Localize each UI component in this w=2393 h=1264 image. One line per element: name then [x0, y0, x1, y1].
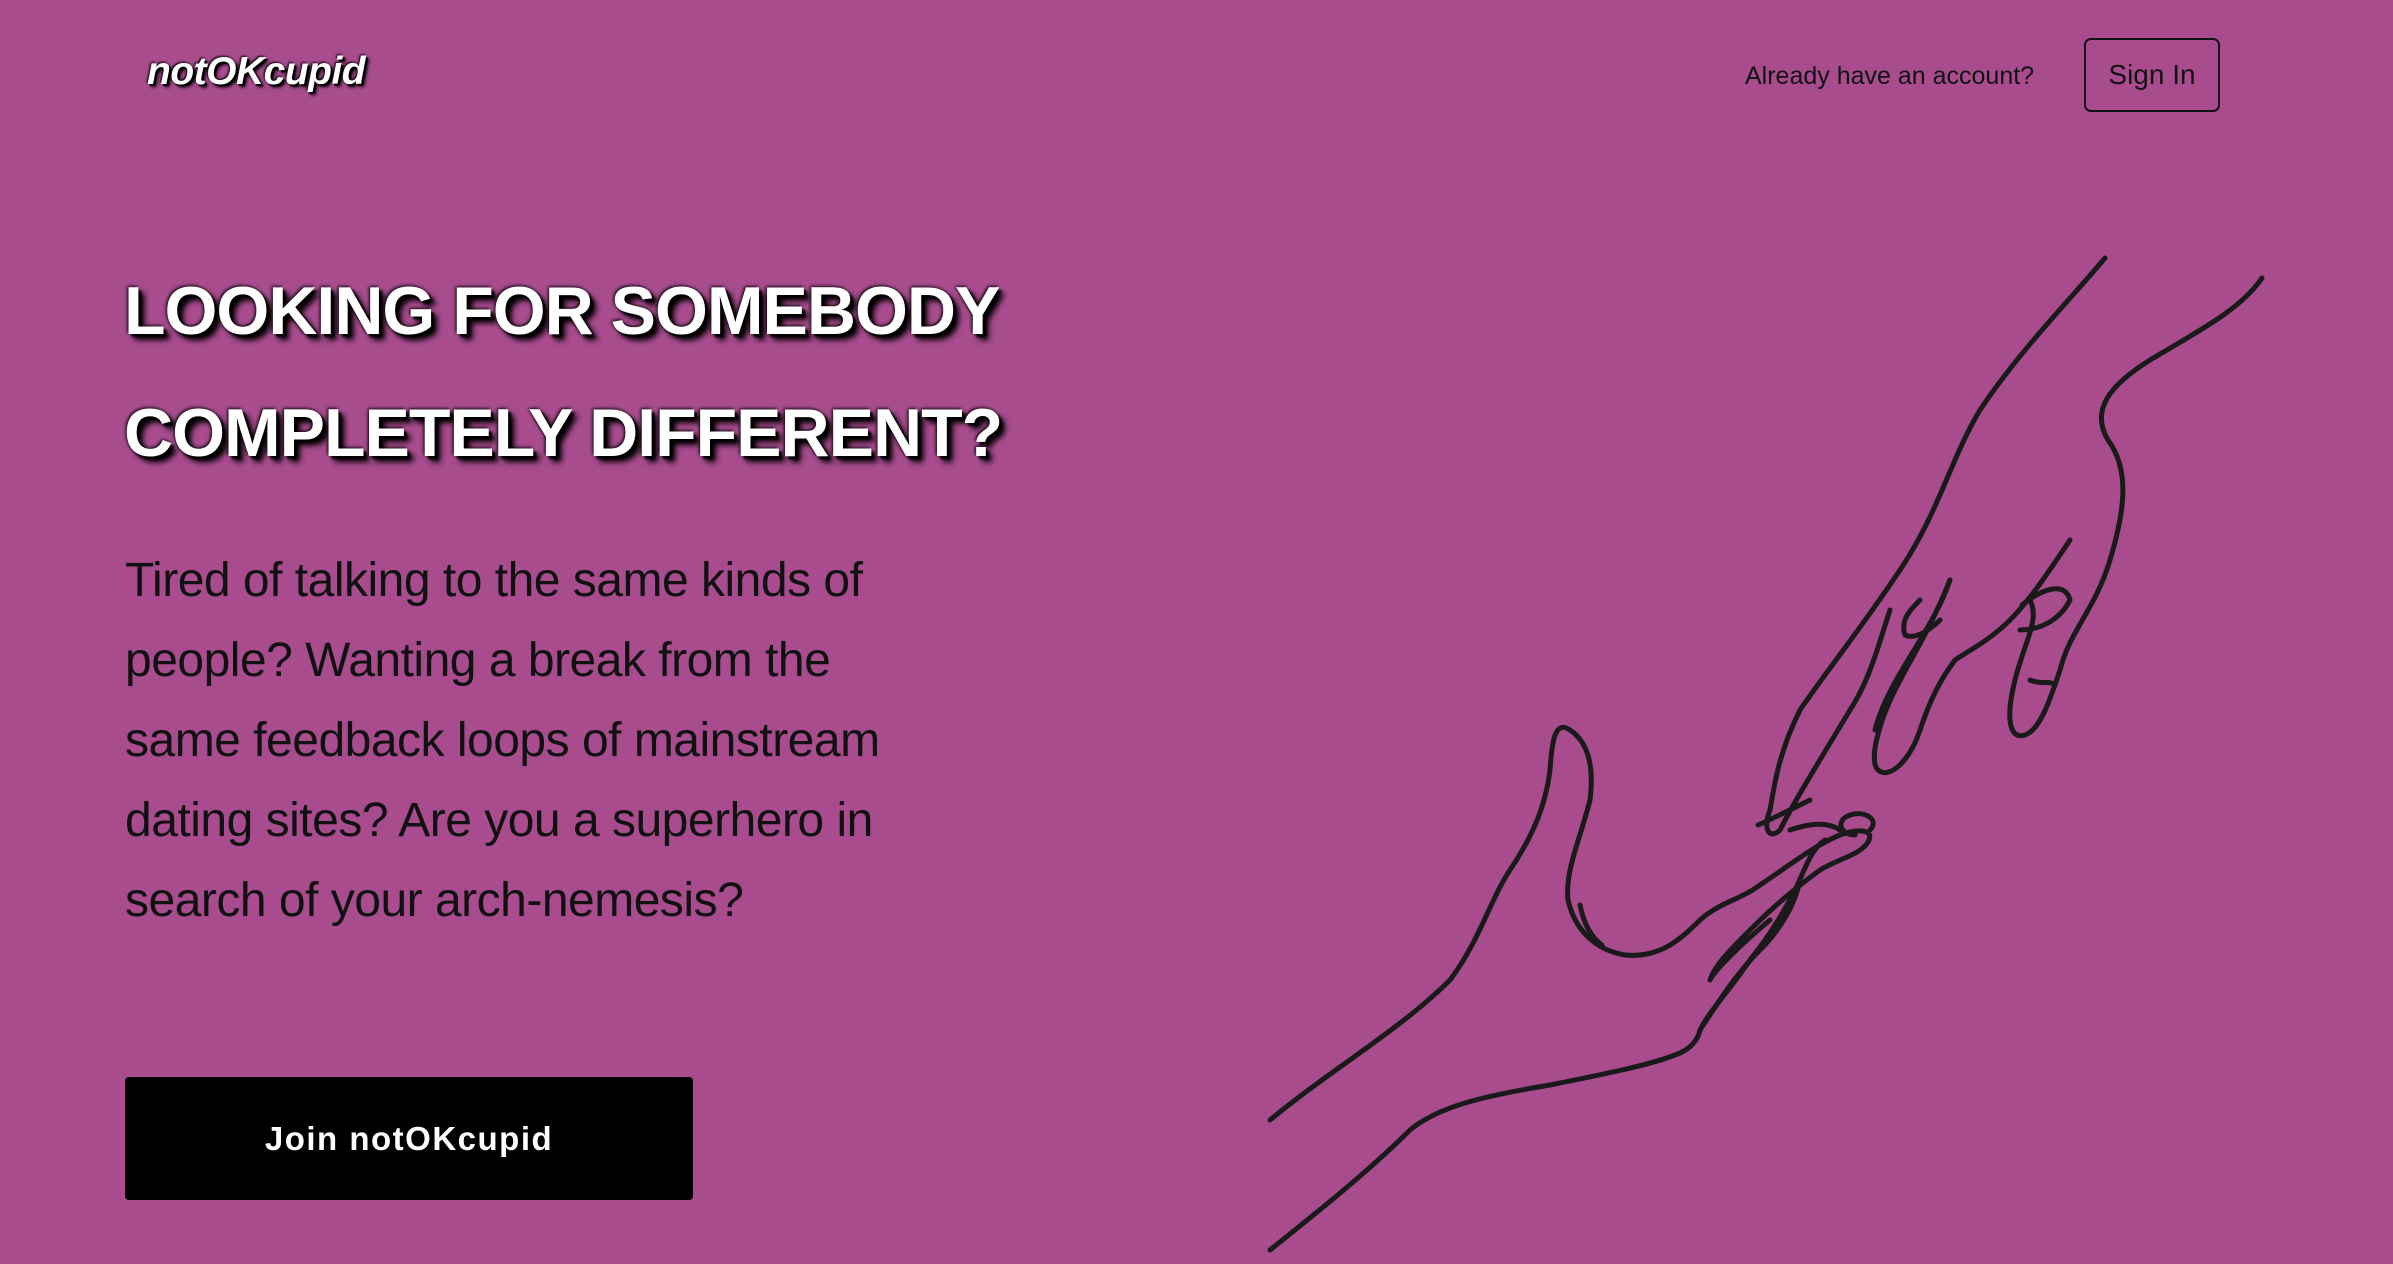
upper-hand-outline	[2017, 586, 2073, 633]
headline-line-2: COMPLETELY DIFFERENT?	[124, 395, 1003, 471]
headline-line-1: LOOKING FOR SOMEBODY	[124, 273, 1000, 349]
logo[interactable]: notOKcupid	[147, 50, 366, 94]
upper-hand-outline	[2027, 677, 2058, 688]
lower-hand-outline	[1267, 837, 1828, 1253]
hero-headline: LOOKING FOR SOMEBODY COMPLETELY DIFFEREN…	[124, 250, 1124, 494]
lower-hand-outline	[1787, 821, 1843, 833]
upper-hand-outline	[1871, 537, 2073, 775]
lower-hand-outline	[1697, 877, 1803, 1033]
join-button[interactable]: Join notOKcupid	[125, 1077, 693, 1200]
hero-lead-text: Tired of talking to the same kinds of pe…	[125, 554, 880, 927]
upper-hand-outline	[1764, 255, 2108, 837]
account-prompt: Already have an account?	[1745, 62, 2035, 90]
sign-in-button[interactable]: Sign In	[2084, 38, 2220, 112]
reaching-hands-icon	[1267, 255, 2265, 1253]
upper-hand-outline	[2007, 275, 2265, 739]
